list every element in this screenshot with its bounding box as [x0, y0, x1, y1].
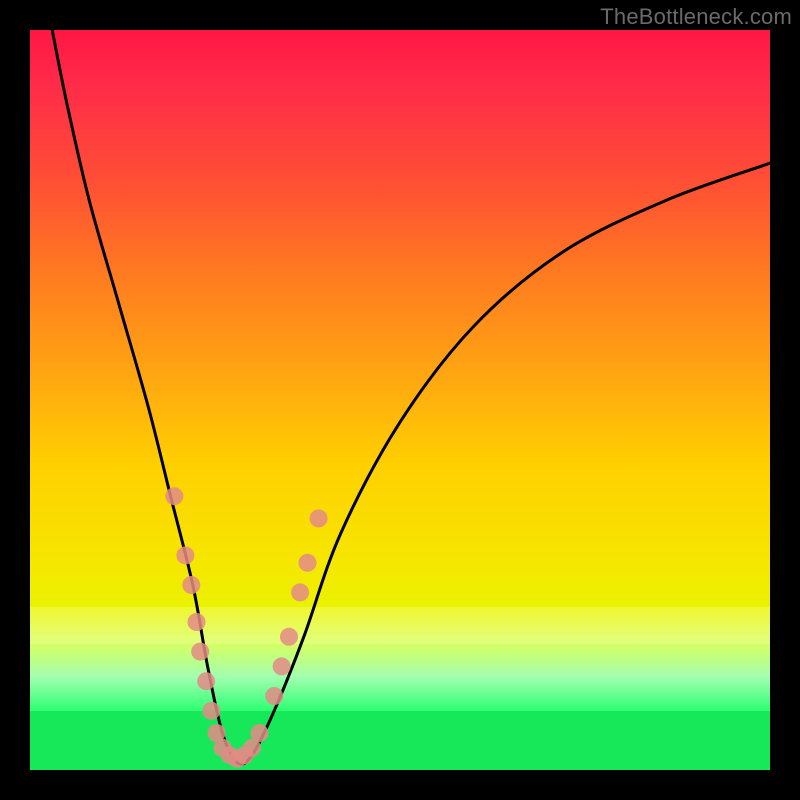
- sample-dot: [310, 509, 328, 527]
- plot-area: [30, 30, 770, 770]
- sample-dot: [299, 554, 317, 572]
- sample-dot: [188, 613, 206, 631]
- curve-layer: [30, 30, 770, 770]
- sample-dot: [291, 583, 309, 601]
- sample-dot: [165, 487, 183, 505]
- sample-dot: [197, 672, 215, 690]
- sample-dot: [250, 724, 268, 742]
- chart-frame: TheBottleneck.com: [0, 0, 800, 800]
- sample-dot: [273, 657, 291, 675]
- bottleneck-curve: [52, 30, 770, 764]
- sample-dot: [191, 643, 209, 661]
- sample-dot: [182, 576, 200, 594]
- watermark-text: TheBottleneck.com: [600, 4, 792, 30]
- sample-dot: [280, 628, 298, 646]
- sample-dot: [176, 546, 194, 564]
- sample-dot: [265, 687, 283, 705]
- sample-dot: [202, 702, 220, 720]
- sample-dots: [165, 487, 327, 768]
